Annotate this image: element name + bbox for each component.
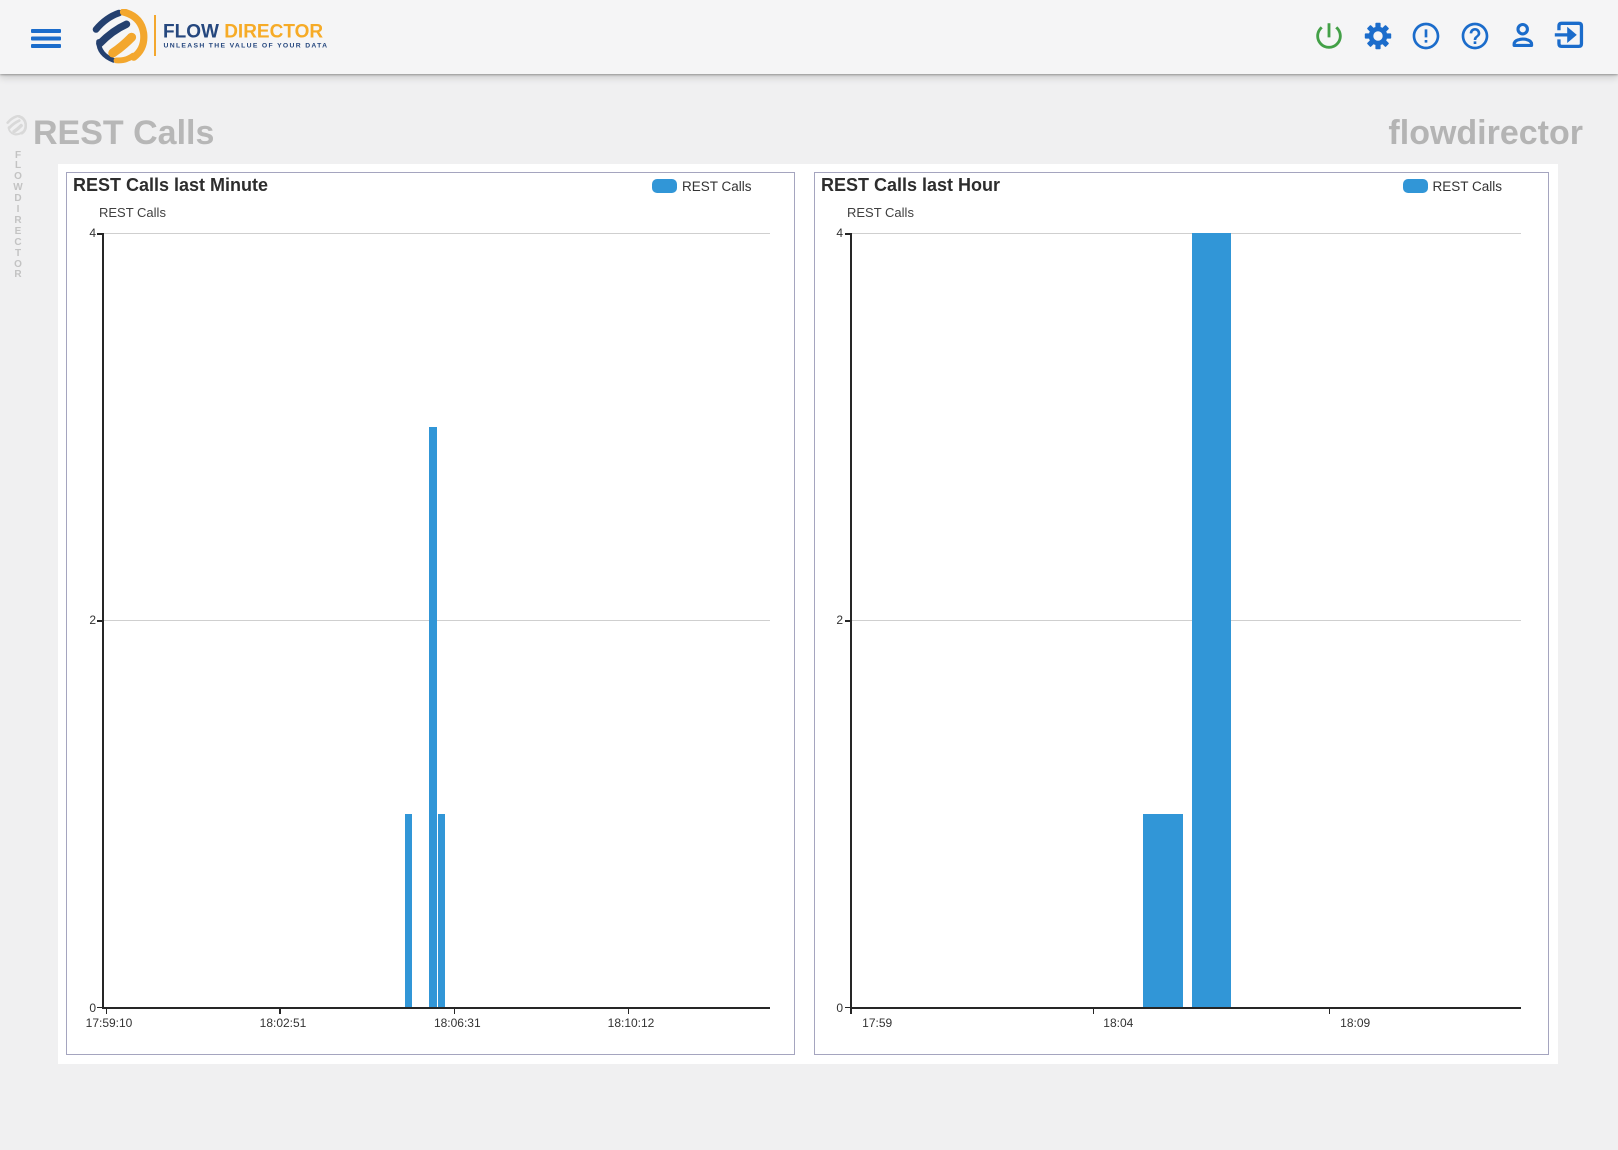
- svg-text:UNLEASH THE VALUE OF YOUR DATA: UNLEASH THE VALUE OF YOUR DATA: [164, 43, 329, 50]
- svg-text:FLOW DIRECTOR: FLOW DIRECTOR: [163, 22, 323, 43]
